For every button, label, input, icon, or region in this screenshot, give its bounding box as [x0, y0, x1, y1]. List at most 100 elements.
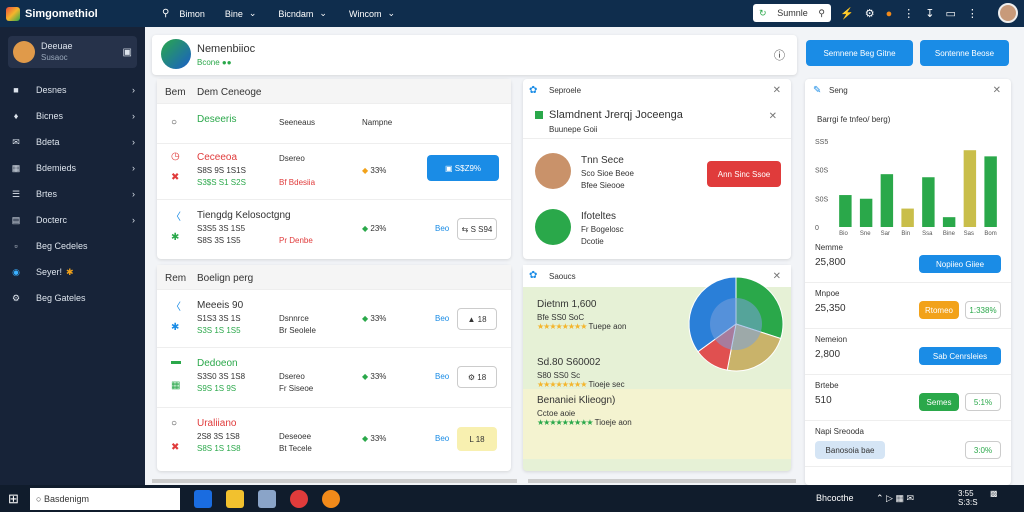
taskbar-search[interactable]: ○ Basdenigm: [30, 487, 180, 510]
row-action-button[interactable]: ▲ 18: [457, 308, 497, 330]
table-row[interactable]: ○ ✖ Uraliiano 2S8 3S 1S8 S8S 1S 1S8 Dese…: [157, 408, 511, 470]
avatar: [13, 41, 35, 63]
table-row[interactable]: 〈 ✱ Tiengdg Kelosoctgng S3S5 3S 1S5 S8S …: [157, 200, 511, 258]
stats-list: Nemme 25,800 Nopiieo Giiee Mnpoe 25,350 Rtome…: [805, 237, 1011, 467]
row-desc: Deseoee: [279, 432, 312, 441]
sidebar-profile[interactable]: Deeuae Susaoc ▣: [8, 36, 137, 68]
asterisk-icon: ✱: [171, 322, 180, 333]
chrome-icon[interactable]: [290, 489, 308, 508]
scrollbar[interactable]: [528, 479, 796, 483]
folder-icon: ▤: [11, 214, 21, 225]
sidebar-item[interactable]: ▫ Beg Cedeles: [0, 233, 145, 259]
user-avatar[interactable]: [998, 3, 1018, 23]
app-logo[interactable]: Simgomethiol: [0, 6, 150, 21]
row-desc: Br Seolele: [279, 326, 316, 335]
stat-row[interactable]: Napi Sreooda Banosoia bae 3:0%: [805, 421, 1011, 467]
table-row[interactable]: 〈 ✱ Meeeis 90 S1S3 3S 1S S3S 1S 1S5 Dsnn…: [157, 290, 511, 348]
list-item[interactable]: Benaniei Klieogn) Cctoe aoie ★★★★★★★★★ T…: [537, 395, 632, 427]
sidebar-item[interactable]: ☰ Brtes ›: [0, 181, 145, 207]
tray-icons[interactable]: ⌃ ▷ ▦ ✉: [876, 493, 914, 504]
close-icon[interactable]: ✕: [769, 111, 777, 122]
sidebar-item[interactable]: ✉ Bdeta ›: [0, 129, 145, 155]
stat-button[interactable]: Semes: [919, 393, 959, 411]
y-tick: S0S: [815, 196, 829, 203]
row-percent: ◆ 33%: [362, 314, 387, 323]
info-icon[interactable]: ⓘ: [774, 47, 785, 63]
stat-button[interactable]: Sab Cenrsleies: [919, 347, 1001, 365]
search-box[interactable]: ↻ Sumnle ⚲: [753, 4, 831, 22]
table-row[interactable]: ▬ ▦ Dedoeon S3S0 3S 1S8 S9S 1S 9S Dsereo…: [157, 348, 511, 408]
row-tag: Beo: [435, 224, 450, 233]
stat-row[interactable]: Mnpoe 25,350 Rtomeo 1:338%: [805, 283, 1011, 329]
eye-icon: ◉: [12, 266, 20, 277]
row-sub: S3S5 3S 1S5: [197, 224, 246, 233]
stat-badge[interactable]: 3:0%: [965, 441, 1001, 459]
top-nav-item[interactable]: Bine: [225, 9, 243, 19]
stat-badge[interactable]: 5:1%: [965, 393, 1001, 411]
document-icon[interactable]: [258, 489, 276, 508]
stat-row[interactable]: Brtebe 510 Semes 5:1%: [805, 375, 1011, 421]
lightning-icon[interactable]: ⚡: [840, 7, 854, 20]
row-action-button[interactable]: ⚙ 18: [457, 366, 497, 388]
dots-icon[interactable]: ⋮: [903, 7, 914, 20]
sidebar-item[interactable]: ⚙ Beg Gateles: [0, 285, 145, 311]
file-icon: ▫: [14, 241, 18, 251]
top-nav-item[interactable]: Bimon: [179, 9, 205, 19]
firefox-icon[interactable]: ●: [886, 8, 893, 20]
circle-icon[interactable]: ○: [171, 117, 177, 128]
stat-button[interactable]: Nopiieo Giiee: [919, 255, 1001, 273]
notifications-icon[interactable]: ▩: [990, 489, 998, 498]
more-icon[interactable]: ⋮: [967, 7, 978, 20]
stat-label: Napi Sreooda: [815, 427, 864, 436]
stat-button[interactable]: Banosoia bae: [815, 441, 885, 459]
sidebar-item[interactable]: ◉ Seyer! ✱: [0, 259, 145, 285]
firefox-icon[interactable]: [322, 489, 340, 508]
windows-icon[interactable]: ⊞: [8, 491, 19, 507]
stat-badge[interactable]: 1:338%: [965, 301, 1001, 319]
scrollbar[interactable]: [152, 479, 517, 483]
top-nav-item[interactable]: Bicndam: [278, 9, 313, 19]
secondary-button[interactable]: Sontenne Beose: [920, 40, 1009, 66]
row-percent: ◆ 23%: [362, 224, 387, 233]
table-row[interactable]: ◷ ✖ Ceceeoa S8S 9S 1S1S S3$S S1 S2S Dser…: [157, 144, 511, 200]
app-icon[interactable]: [194, 489, 212, 508]
sidebar-item[interactable]: ▤ Docterc ›: [0, 207, 145, 233]
folder-icon[interactable]: [226, 489, 244, 508]
chat-icon: 〈: [171, 212, 181, 223]
sidebar-item[interactable]: ▦ Bdemieds ›: [0, 155, 145, 181]
expand-icon[interactable]: ▣: [123, 47, 132, 58]
row-action-button[interactable]: ▣ S$Z9%: [427, 155, 499, 181]
stat-value: 25,800: [815, 257, 846, 268]
stat-value: 2,800: [815, 349, 841, 360]
row-action-button[interactable]: L 18: [457, 427, 497, 451]
sidebar-item[interactable]: ♦ Bicnes ›: [0, 103, 145, 129]
settings-icon[interactable]: ⚙: [865, 7, 875, 20]
close-icon[interactable]: ✕: [993, 85, 1001, 96]
download-icon[interactable]: ↧: [925, 7, 934, 20]
list-item[interactable]: Sd.80 S60002 S80 SS0 Sc ★★★★★★★★ Tioeje …: [537, 357, 625, 389]
sidebar-item[interactable]: ■ Desnes ›: [0, 77, 145, 103]
top-nav-item[interactable]: Wincom: [349, 9, 382, 19]
stat-row[interactable]: Nemme 25,800 Nopiieo Giiee: [805, 237, 1011, 283]
close-icon[interactable]: ✕: [773, 85, 781, 96]
list-item[interactable]: Dietnm 1,600 Bfe SS0 SoC ★★★★★★★★ Tuepe …: [537, 299, 626, 331]
pie-chart: [688, 276, 784, 372]
stars-icon: ★★★★★★★★: [537, 380, 587, 389]
refresh-icon: ↻: [759, 7, 767, 18]
person-name: Tnn Sece: [581, 155, 624, 166]
row-desc: Bt Tecele: [279, 444, 312, 453]
row-title: Ceceeoa: [197, 152, 238, 163]
chevron-right-icon: ›: [132, 215, 135, 225]
clock[interactable]: 3:55 S:3:S: [958, 489, 978, 507]
stat-row[interactable]: Nemeion 2,800 Sab Cenrsleies: [805, 329, 1011, 375]
bookmark-icon[interactable]: ▭: [945, 7, 955, 20]
table-header-row: ○ Deseeris Seeneaus Nampne: [157, 104, 511, 144]
primary-button[interactable]: Semnene Beg Gitne: [806, 40, 913, 66]
row-percent: ◆ 33%: [362, 166, 387, 175]
row-sub: S3S 1S 1S5: [197, 326, 241, 335]
page-title: Nemenbiioc: [197, 43, 256, 55]
search-icon[interactable]: ⚲: [162, 8, 169, 19]
samples-action-button[interactable]: Ann Sinc Ssoe: [707, 161, 781, 187]
row-action-button[interactable]: ⇆ S S94: [457, 218, 497, 240]
stat-button[interactable]: Rtomeo: [919, 301, 959, 319]
